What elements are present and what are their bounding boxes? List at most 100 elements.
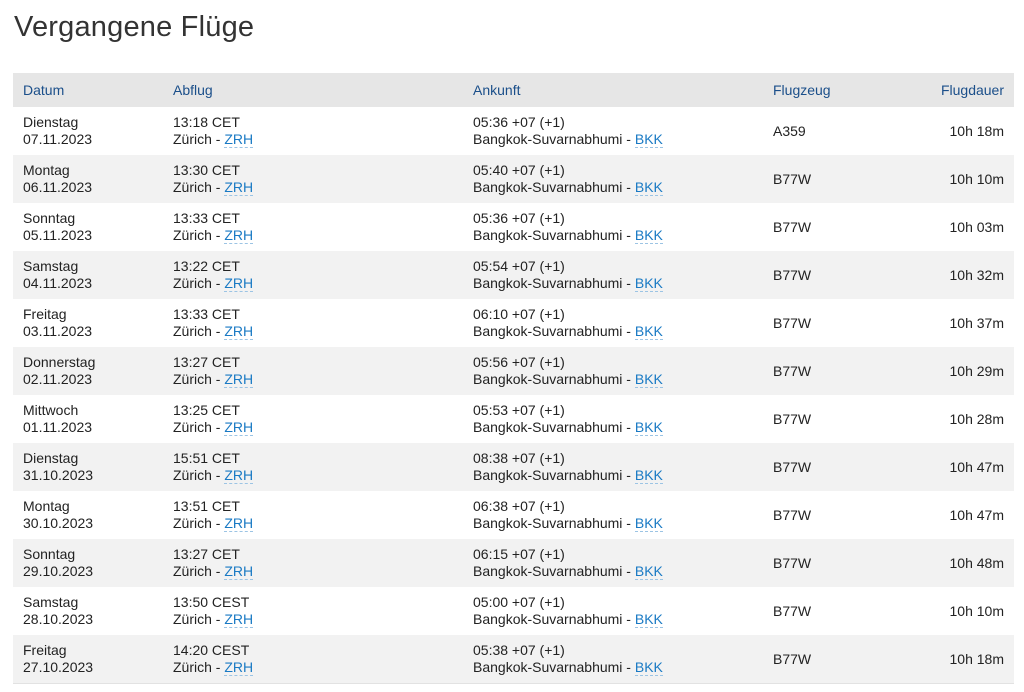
- cell-arrival: 05:36 +07 (+1) Bangkok-Suvarnabhumi - BKK: [463, 203, 763, 251]
- cell-arrival: 06:38 +07 (+1) Bangkok-Suvarnabhumi - BKK: [463, 491, 763, 539]
- weekday: Samstag: [23, 594, 79, 610]
- column-header-aircraft: Flugzeug: [763, 73, 883, 107]
- arrival-airport-link[interactable]: BKK: [634, 131, 663, 148]
- cell-arrival: 05:56 +07 (+1) Bangkok-Suvarnabhumi - BKK: [463, 347, 763, 395]
- arrival-time: 05:36 +07 (+1): [473, 210, 565, 226]
- arrival-airport-link[interactable]: BKK: [634, 467, 663, 484]
- cell-arrival: 05:38 +07 (+1) Bangkok-Suvarnabhumi - BKK: [463, 635, 763, 684]
- arrival-airport-link[interactable]: BKK: [634, 227, 663, 244]
- departure-airport-link[interactable]: ZRH: [224, 467, 254, 484]
- cell-departure: 13:22 CET Zürich - ZRH: [163, 251, 463, 299]
- arrival-city: Bangkok-Suvarnabhumi -: [473, 419, 635, 435]
- arrival-city: Bangkok-Suvarnabhumi -: [473, 227, 635, 243]
- departure-airport-link[interactable]: ZRH: [224, 563, 254, 580]
- cell-arrival: 06:15 +07 (+1) Bangkok-Suvarnabhumi - BKK: [463, 539, 763, 587]
- arrival-time: 05:00 +07 (+1): [473, 594, 565, 610]
- cell-arrival: 05:53 +07 (+1) Bangkok-Suvarnabhumi - BKK: [463, 395, 763, 443]
- departure-airport-link[interactable]: ZRH: [224, 179, 254, 196]
- arrival-airport-link[interactable]: BKK: [634, 323, 663, 340]
- arrival-city: Bangkok-Suvarnabhumi -: [473, 563, 635, 579]
- departure-airport-link[interactable]: ZRH: [224, 611, 254, 628]
- arrival-city: Bangkok-Suvarnabhumi -: [473, 659, 635, 675]
- arrival-airport-link[interactable]: BKK: [634, 371, 663, 388]
- departure-airport-link[interactable]: ZRH: [224, 131, 254, 148]
- departure-time: 13:18 CET: [173, 114, 240, 130]
- cell-date: Sonntag 29.10.2023: [13, 539, 163, 587]
- arrival-time: 06:38 +07 (+1): [473, 498, 565, 514]
- cell-date: Mittwoch 01.11.2023: [13, 395, 163, 443]
- arrival-airport-link[interactable]: BKK: [634, 659, 663, 676]
- arrival-airport-link[interactable]: BKK: [634, 179, 663, 196]
- departure-airport-link[interactable]: ZRH: [224, 371, 254, 388]
- departure-city: Zürich -: [173, 275, 225, 291]
- weekday: Dienstag: [23, 114, 79, 130]
- cell-arrival: 05:40 +07 (+1) Bangkok-Suvarnabhumi - BKK: [463, 155, 763, 203]
- flight-date: 06.11.2023: [23, 179, 93, 195]
- weekday: Montag: [23, 162, 70, 178]
- cell-departure: 14:20 CEST Zürich - ZRH: [163, 635, 463, 684]
- arrival-airport-link[interactable]: BKK: [634, 515, 663, 532]
- cell-duration: 10h 03m: [883, 203, 1014, 251]
- arrival-airport-link[interactable]: BKK: [634, 611, 663, 628]
- cell-date: Samstag 04.11.2023: [13, 251, 163, 299]
- cell-date: Freitag 27.10.2023: [13, 635, 163, 684]
- departure-airport-link[interactable]: ZRH: [224, 419, 254, 436]
- weekday: Sonntag: [23, 546, 76, 562]
- weekday: Samstag: [23, 258, 79, 274]
- arrival-time: 05:54 +07 (+1): [473, 258, 565, 274]
- arrival-time: 05:38 +07 (+1): [473, 642, 565, 658]
- cell-duration: 10h 18m: [883, 107, 1014, 155]
- weekday: Montag: [23, 498, 70, 514]
- cell-date: Dienstag 07.11.2023: [13, 107, 163, 155]
- cell-departure: 13:50 CEST Zürich - ZRH: [163, 587, 463, 635]
- departure-airport-link[interactable]: ZRH: [224, 515, 254, 532]
- cell-departure: 13:27 CET Zürich - ZRH: [163, 347, 463, 395]
- weekday: Dienstag: [23, 450, 79, 466]
- arrival-city: Bangkok-Suvarnabhumi -: [473, 131, 635, 147]
- departure-city: Zürich -: [173, 371, 225, 387]
- departure-airport-link[interactable]: ZRH: [224, 227, 254, 244]
- cell-aircraft: B77W: [763, 395, 883, 443]
- cell-arrival: 06:10 +07 (+1) Bangkok-Suvarnabhumi - BKK: [463, 299, 763, 347]
- cell-date: Sonntag 05.11.2023: [13, 203, 163, 251]
- arrival-time: 06:15 +07 (+1): [473, 546, 565, 562]
- column-header-departure: Abflug: [163, 73, 463, 107]
- departure-city: Zürich -: [173, 659, 225, 675]
- arrival-time: 05:40 +07 (+1): [473, 162, 565, 178]
- weekday: Donnerstag: [23, 354, 96, 370]
- flight-date: 03.11.2023: [23, 323, 93, 339]
- weekday: Freitag: [23, 642, 67, 658]
- departure-airport-link[interactable]: ZRH: [224, 275, 254, 292]
- arrival-airport-link[interactable]: BKK: [634, 275, 663, 292]
- cell-aircraft: B77W: [763, 251, 883, 299]
- cell-departure: 13:18 CET Zürich - ZRH: [163, 107, 463, 155]
- arrival-airport-link[interactable]: BKK: [634, 563, 663, 580]
- weekday: Sonntag: [23, 210, 76, 226]
- departure-time: 14:20 CEST: [173, 642, 250, 658]
- flight-date: 05.11.2023: [23, 227, 93, 243]
- arrival-time: 05:53 +07 (+1): [473, 402, 565, 418]
- cell-arrival: 05:36 +07 (+1) Bangkok-Suvarnabhumi - BKK: [463, 107, 763, 155]
- table-row: Freitag 27.10.2023 14:20 CEST Zürich - ZRH 0…: [13, 635, 1014, 684]
- departure-city: Zürich -: [173, 467, 225, 483]
- cell-departure: 13:33 CET Zürich - ZRH: [163, 299, 463, 347]
- cell-aircraft: B77W: [763, 443, 883, 491]
- departure-time: 13:33 CET: [173, 306, 240, 322]
- cell-duration: 10h 10m: [883, 155, 1014, 203]
- departure-city: Zürich -: [173, 419, 225, 435]
- departure-airport-link[interactable]: ZRH: [224, 659, 254, 676]
- cell-date: Montag 06.11.2023: [13, 155, 163, 203]
- departure-airport-link[interactable]: ZRH: [224, 323, 254, 340]
- column-header-duration: Flugdauer: [883, 73, 1014, 107]
- cell-aircraft: B77W: [763, 347, 883, 395]
- arrival-airport-link[interactable]: BKK: [634, 419, 663, 436]
- cell-departure: 13:27 CET Zürich - ZRH: [163, 539, 463, 587]
- cell-aircraft: B77W: [763, 491, 883, 539]
- cell-aircraft: B77W: [763, 635, 883, 684]
- cell-duration: 10h 47m: [883, 443, 1014, 491]
- cell-duration: 10h 18m: [883, 635, 1014, 684]
- departure-city: Zürich -: [173, 227, 225, 243]
- cell-duration: 10h 47m: [883, 491, 1014, 539]
- cell-duration: 10h 48m: [883, 539, 1014, 587]
- cell-date: Montag 30.10.2023: [13, 491, 163, 539]
